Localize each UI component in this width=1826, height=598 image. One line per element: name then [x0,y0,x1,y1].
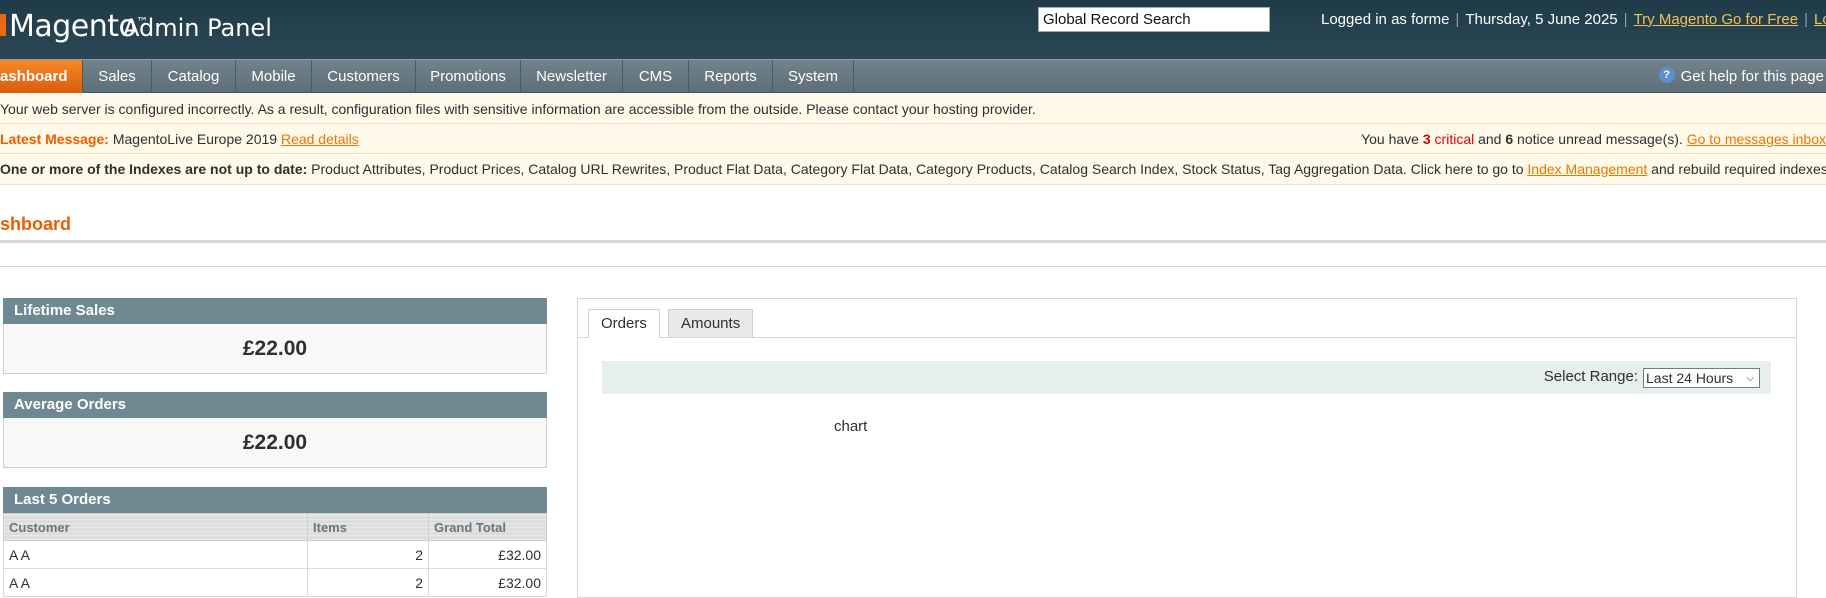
logo-name: Magento [9,9,137,44]
server-config-text: Your web server is configured incorrectl… [0,101,1036,117]
logout-link[interactable]: Log Out [1814,11,1826,28]
cell-total: £32.00 [428,540,547,569]
current-date: Thursday, 5 June 2025 [1465,11,1618,28]
logo-subtitle: Admin Panel [123,14,272,42]
messages-inbox-link[interactable]: Go to messages inbox [1687,131,1826,147]
index-notice-text: Product Attributes, Product Prices, Cata… [311,161,1524,177]
global-search-input[interactable] [1038,7,1270,32]
table-row[interactable]: A A 2 £32.00 [3,540,547,569]
cell-total: £32.00 [428,568,547,597]
and-word: and [1478,131,1502,147]
notice-count: 6 [1505,131,1514,147]
last-orders-table: Customer Items Grand Total A A 2 £32.00 … [3,513,547,597]
latest-message-bar: Latest Message: MagentoLive Europe 2019 … [0,124,1826,154]
nav-system[interactable]: System [773,60,854,93]
average-orders-header: Average Orders [3,392,547,418]
cell-items: 2 [307,568,429,597]
help-icon: ? [1658,67,1675,84]
read-details-link[interactable]: Read details [281,131,359,147]
header-info: Logged in as forme | Thursday, 5 June 2025… [1321,11,1826,28]
critical-word: critical [1434,131,1475,147]
tab-orders[interactable]: Orders [588,309,660,338]
logo-mark [0,14,6,36]
nav-dashboard[interactable]: ashboard [0,60,83,93]
chart-tabs: Orders Amounts [578,299,1796,338]
cell-customer: A A [3,568,308,597]
latest-message-label: Latest Message: [0,131,109,147]
table-header-row: Customer Items Grand Total [3,513,547,541]
nav-mobile[interactable]: Mobile [236,60,312,93]
main-nav: ashboard Sales Catalog Mobile Customers … [0,59,1826,93]
page-title: shboard [0,214,72,234]
critical-count: 3 [1422,131,1431,147]
col-customer[interactable]: Customer [3,513,308,541]
tab-amounts[interactable]: Amounts [668,309,754,337]
nav-catalog[interactable]: Catalog [152,60,236,93]
range-select-value: Last 24 Hours [1646,370,1734,386]
nav-newsletter[interactable]: Newsletter [521,60,623,93]
help-link[interactable]: ? Get help for this page [1658,60,1824,93]
col-items[interactable]: Items [307,513,429,541]
title-divider [0,240,1826,243]
header: Magento™ Admin Panel Logged in as forme|… [0,0,1826,59]
col-grand-total[interactable]: Grand Total [428,513,547,541]
nav-cms[interactable]: CMS [623,60,689,93]
lifetime-sales-value: £22.00 [3,324,547,374]
table-row[interactable]: A A 2 £32.00 [3,568,547,597]
select-range-label: Select Range: [1543,368,1638,385]
chart-placeholder: chart [834,418,868,435]
cell-items: 2 [307,540,429,569]
chevron-down-icon: ⌵ [1746,373,1754,384]
range-bar: Select Range: Last 24 Hours ⌵ [602,361,1771,394]
average-orders-value: £22.00 [3,418,547,468]
lifetime-sales-header: Lifetime Sales [3,298,547,324]
unread-messages: You have 3 critical and 6 notice unread … [1361,124,1826,154]
nav-sales[interactable]: Sales [83,60,152,93]
index-notice-label: One or more of the Indexes are not up to… [0,161,308,177]
index-notice: One or more of the Indexes are not up to… [0,154,1826,185]
range-select[interactable]: Last 24 Hours ⌵ [1643,368,1760,388]
help-text: Get help for this page [1680,68,1824,85]
try-magento-link[interactable]: Try Magento Go for Free [1634,11,1799,28]
nav-reports[interactable]: Reports [689,60,773,93]
msgs-prefix: You have [1361,131,1419,147]
latest-message-text: MagentoLive Europe 2019 [112,131,278,147]
index-management-link[interactable]: Index Management [1527,161,1647,177]
nav-promotions[interactable]: Promotions [416,60,521,93]
index-notice-suffix: and rebuild required indexes. [1651,161,1826,177]
msgs-suffix: notice unread message(s). [1517,131,1683,147]
last-orders-header: Last 5 Orders [3,487,547,513]
section-divider [0,266,1826,267]
nav-customers[interactable]: Customers [312,60,416,93]
server-config-notice: Your web server is configured incorrectl… [0,94,1826,124]
chart-panel: Orders Amounts Select Range: Last 24 Hou… [577,298,1797,598]
cell-customer: A A [3,540,308,569]
logged-in-text: Logged in as forme [1321,11,1450,28]
